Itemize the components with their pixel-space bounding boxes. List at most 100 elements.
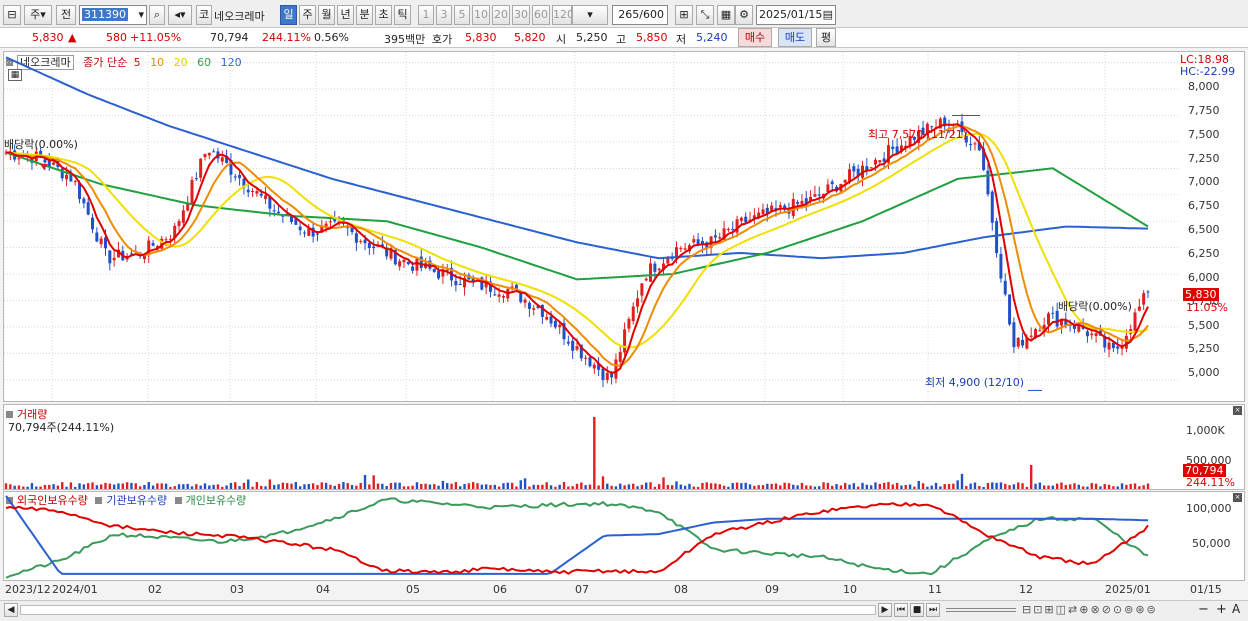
current-price: 5,830	[32, 31, 64, 44]
change-value: 580	[106, 31, 127, 44]
prev-button[interactable]: 전	[56, 5, 76, 25]
zoom-out-icon[interactable]: −	[1198, 602, 1209, 617]
ask-price: 5,830	[465, 31, 497, 44]
minute-20[interactable]: 20	[492, 5, 510, 25]
minute-30[interactable]: 30	[512, 5, 530, 25]
volume-bar	[731, 483, 734, 489]
candle-body	[493, 294, 497, 296]
stop-icon[interactable]: ■	[910, 603, 924, 617]
minute-120[interactable]: 120	[552, 5, 574, 25]
close-icon[interactable]: ×	[1233, 406, 1242, 415]
rewind-icon[interactable]: ⏮	[894, 603, 908, 617]
tool-icons[interactable]: ⊟⊡⊞◫⇄⊕⊗⊘⊙⊚⊛⊜	[1022, 603, 1158, 616]
draw-line-icon[interactable]: ⤡	[696, 5, 714, 25]
period-5[interactable]: 초	[375, 5, 392, 25]
gear-icon[interactable]: ⚙	[735, 5, 753, 25]
candle-body	[713, 235, 717, 238]
candle-body	[640, 283, 644, 296]
window-menu-icon[interactable]: ⊟	[3, 5, 21, 25]
period-6[interactable]: 틱	[394, 5, 411, 25]
volume-bar	[571, 486, 574, 489]
forward-icon[interactable]: ⏭	[926, 603, 940, 617]
volume-bar	[982, 486, 985, 489]
calendar-icon[interactable]: ▤	[823, 6, 833, 24]
zoom-slider[interactable]	[946, 608, 1016, 612]
code-input[interactable]: 311390 ▾	[79, 5, 147, 25]
date-input[interactable]: 2025/01/15 ▤	[756, 5, 836, 25]
grid-icon[interactable]: ▦	[717, 5, 735, 25]
candle-body	[692, 239, 696, 243]
volume-bar	[554, 486, 557, 489]
volume-bar	[610, 485, 613, 489]
x-axis-label: 02	[148, 583, 162, 596]
minute-select[interactable]: ▾	[572, 5, 608, 25]
average-button[interactable]: 평	[816, 28, 836, 47]
count-input[interactable]: 265/600	[612, 5, 668, 25]
buy-button[interactable]: 매수	[738, 28, 772, 47]
scroll-right-icon[interactable]: ▶	[878, 603, 892, 617]
price-tick: 5,000	[1188, 366, 1220, 380]
minute-5[interactable]: 5	[454, 5, 470, 25]
volume-bar	[385, 486, 388, 489]
candle-body	[177, 221, 181, 227]
volume-bar	[575, 483, 579, 489]
volume-bar	[558, 484, 561, 489]
price-tick: 6,000	[1188, 270, 1220, 284]
minute-10[interactable]: 10	[472, 5, 490, 25]
volume-bar	[822, 482, 825, 489]
candle-body	[73, 181, 77, 183]
volume-bar	[268, 479, 272, 489]
candle-body	[1038, 330, 1042, 332]
minute-1[interactable]: 1	[418, 5, 434, 25]
volume-bar	[1021, 483, 1024, 489]
volume-bar	[1090, 483, 1093, 489]
volume-bar	[169, 486, 172, 489]
period-3[interactable]: 년	[337, 5, 354, 25]
volume-bar	[796, 485, 799, 489]
candle-body	[402, 259, 406, 263]
scroll-left-icon[interactable]: ◀	[4, 603, 18, 617]
volume-chart[interactable]	[4, 405, 1180, 489]
price-chart[interactable]	[4, 52, 1180, 401]
minute-60[interactable]: 60	[532, 5, 550, 25]
change-percent: +11.05%	[130, 31, 182, 44]
x-axis-label: 2023/12	[5, 583, 51, 596]
volume-bar	[662, 477, 665, 489]
volume-bar	[238, 486, 241, 489]
candle-body	[328, 221, 332, 223]
font-size-icon[interactable]: A	[1232, 602, 1240, 616]
candle-body	[43, 159, 47, 163]
volume-bar	[718, 484, 721, 489]
volume-bar	[56, 485, 60, 489]
volume-bar	[69, 482, 73, 489]
search-icon[interactable]: ⌕	[149, 5, 165, 25]
period-4[interactable]: 분	[356, 5, 373, 25]
speaker-icon[interactable]: ◂▾	[168, 5, 192, 25]
volume-bar	[995, 482, 998, 489]
volume-bar	[95, 485, 99, 489]
candle-body	[194, 178, 198, 180]
close-icon[interactable]: ×	[1233, 493, 1242, 502]
market-select[interactable]: 주▾	[24, 5, 52, 25]
volume-bar	[65, 486, 68, 489]
sell-button[interactable]: 매도	[778, 28, 812, 47]
period-0[interactable]: 일	[280, 5, 297, 25]
crosshair-icon[interactable]: ⊞	[675, 5, 693, 25]
chevron-down-icon[interactable]: ▾	[138, 8, 144, 21]
scrollbar-track[interactable]	[20, 605, 876, 615]
volume-bar	[1051, 485, 1055, 489]
volume-bar	[809, 485, 812, 489]
candle-body	[315, 233, 319, 235]
holding-tick-100k: 100,000	[1186, 502, 1232, 515]
minute-3[interactable]: 3	[436, 5, 452, 25]
candle-body	[523, 299, 527, 303]
volume-bar	[35, 486, 38, 489]
period-2[interactable]: 월	[318, 5, 335, 25]
volume-bar	[1064, 485, 1068, 489]
zoom-in-icon[interactable]: +	[1216, 602, 1227, 617]
price-tick: 7,750	[1188, 103, 1220, 117]
holding-chart[interactable]	[4, 492, 1180, 580]
code-type-button[interactable]: 코	[196, 5, 212, 25]
candle-body	[566, 341, 570, 344]
period-1[interactable]: 주	[299, 5, 316, 25]
